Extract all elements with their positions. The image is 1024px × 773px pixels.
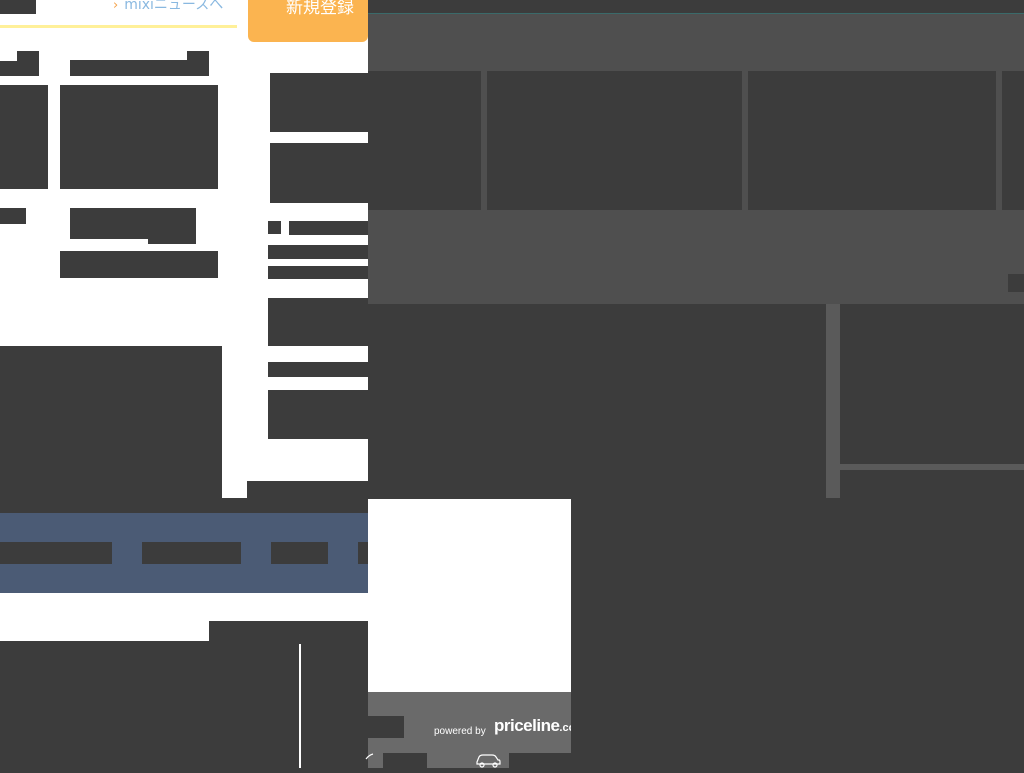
chevron-right-icon: ›: [113, 0, 119, 13]
bottom-content-block: [0, 641, 368, 768]
side-item-2[interactable]: [270, 143, 368, 203]
bottom-divider: [299, 644, 301, 768]
powered-by-label: powered by: [434, 726, 486, 737]
news-link-label: mixiニュースへ: [124, 0, 224, 13]
bottom-heading-tab: [209, 621, 368, 641]
carousel-tile-3[interactable]: [748, 71, 996, 210]
side-item-1[interactable]: [270, 73, 368, 132]
side-line-1: [268, 245, 368, 259]
signup-button[interactable]: 新規登録: [248, 0, 368, 42]
carousel-tile-1[interactable]: [368, 71, 481, 210]
signup-button-label: 新規登録: [286, 0, 354, 18]
thumbnail-left[interactable]: [0, 85, 48, 189]
side-heading: [289, 221, 368, 235]
side-item-4[interactable]: [268, 390, 368, 439]
feature-image[interactable]: [0, 346, 222, 513]
thumb-label-main-notch: [70, 51, 187, 60]
ad-dark-tab: [368, 716, 404, 738]
car-icon[interactable]: [474, 750, 502, 768]
top-left-block: [0, 0, 36, 14]
ad-box[interactable]: [368, 499, 571, 692]
powered-by-text: powered by: [434, 721, 486, 739]
side-panel-top: [840, 304, 1024, 464]
category-tab-1[interactable]: [0, 542, 112, 564]
side-line-3: [268, 362, 368, 377]
ad-tab-1[interactable]: [383, 753, 427, 768]
priceline-logo: priceline.co: [494, 716, 571, 736]
carousel-tile-2[interactable]: [487, 71, 742, 210]
category-tab-4[interactable]: [358, 542, 368, 564]
category-tab-2[interactable]: [142, 542, 241, 564]
thumbnail-main[interactable]: [60, 85, 218, 189]
priceline-brand-suffix: .co: [559, 722, 571, 734]
side-bullet: [268, 221, 281, 234]
category-tab-3[interactable]: [271, 542, 328, 564]
side-line-2: [268, 266, 368, 279]
ad-tab-2[interactable]: [509, 753, 571, 768]
caption-left: [0, 208, 26, 224]
thumb-label-notch: [0, 51, 17, 61]
hotel-icon[interactable]: [364, 750, 376, 762]
caption-main-line2: [60, 251, 218, 278]
side-item-3[interactable]: [268, 298, 368, 346]
side-panel-divider: [840, 464, 1024, 470]
carousel-next-arrow[interactable]: [1008, 274, 1024, 292]
feature-right-tab: [247, 481, 368, 513]
news-link[interactable]: › mixiニュースへ: [113, 0, 233, 14]
caption-main-gap: [70, 239, 148, 245]
header-rule: [0, 25, 237, 28]
panel-separator: [826, 304, 840, 498]
priceline-brand: priceline: [494, 716, 560, 735]
carousel-tile-4[interactable]: [1002, 71, 1024, 210]
